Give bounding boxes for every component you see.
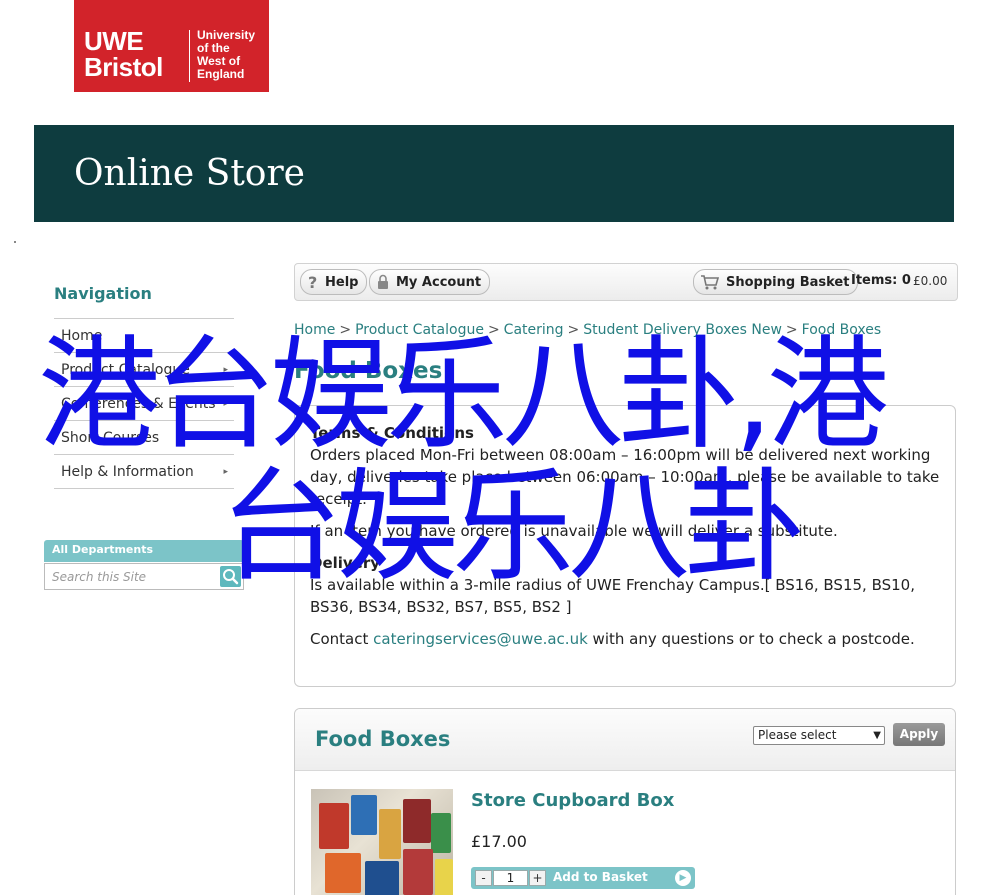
- departments-dropdown[interactable]: All Departments: [44, 540, 244, 562]
- nav-item-help-information[interactable]: Help & Information ▸: [54, 455, 234, 489]
- banner-title: Online Store: [74, 153, 305, 194]
- breadcrumb: Home > Product Catalogue > Catering > Student …: [294, 322, 881, 338]
- product-image-item: [319, 803, 349, 849]
- chevron-right-icon: ▸: [223, 398, 228, 409]
- nav-item-product-catalogue[interactable]: Product Catalogue ▸: [54, 353, 234, 387]
- product-image-item: [365, 861, 399, 895]
- product-image-item: [431, 813, 451, 853]
- shopping-cart-icon: [701, 275, 720, 290]
- product-image-item: [325, 853, 361, 893]
- decorative-dot: [14, 241, 16, 243]
- breadcrumb-separator: >: [487, 322, 500, 338]
- items-label: Items:: [851, 273, 898, 288]
- logo-divider: [189, 30, 190, 82]
- chevron-right-icon: ▸: [223, 432, 228, 443]
- items-count: 0: [901, 273, 911, 288]
- basket-total: £0.00: [913, 274, 948, 288]
- product-image-item: [379, 809, 401, 859]
- contact-suffix: with any questions or to check a postcod…: [587, 630, 915, 648]
- search-button[interactable]: [220, 566, 241, 587]
- nav-item-label: Conferences & Events: [61, 395, 216, 412]
- shopping-basket-button[interactable]: Shopping Basket: [693, 269, 859, 295]
- logo-line4: England: [197, 67, 245, 81]
- logo-university-text: University of the West of England: [197, 29, 255, 81]
- breadcrumb-separator: >: [339, 322, 352, 338]
- product-image-item: [351, 795, 377, 835]
- nav-item-label: Home: [61, 327, 103, 344]
- product-price: £17.00: [471, 832, 527, 851]
- sort-select-value: Please select: [758, 728, 837, 742]
- uwe-bristol-logo[interactable]: UWE Bristol University of the West of En…: [74, 0, 269, 92]
- products-panel-title: Food Boxes: [315, 727, 451, 751]
- breadcrumb-separator: >: [785, 322, 798, 338]
- breadcrumb-catering[interactable]: Catering: [504, 322, 564, 338]
- delivery-text: Is available within a 3-mile radius of U…: [310, 576, 915, 616]
- product-image-item: [403, 849, 433, 895]
- arrow-right-icon[interactable]: ▶: [675, 870, 691, 886]
- nav-item-label: Short Courses: [61, 429, 160, 446]
- question-mark-icon: ?: [308, 274, 317, 290]
- quantity-input[interactable]: 1: [493, 870, 528, 886]
- my-account-label: My Account: [396, 274, 482, 290]
- chevron-right-icon: ▸: [223, 466, 228, 477]
- nav-item-home[interactable]: Home: [54, 319, 234, 353]
- logo-short-line2: Bristol: [84, 52, 163, 82]
- terms-text: Orders placed Mon-Fri between 08:00am – …: [310, 446, 940, 508]
- breadcrumb-separator: >: [567, 322, 580, 338]
- svg-text:?: ?: [308, 274, 317, 290]
- logo-short-line1: UWE: [84, 26, 144, 56]
- page-title: Food Boxes: [294, 358, 443, 384]
- contact-email-link[interactable]: cateringservices@uwe.ac.uk: [373, 630, 588, 648]
- my-account-button[interactable]: My Account: [369, 269, 491, 295]
- navigation-title: Navigation: [54, 284, 152, 303]
- help-label: Help: [325, 274, 359, 290]
- terms-heading: Terms & Conditions: [310, 424, 474, 442]
- product-image-item: [403, 799, 431, 843]
- sort-select[interactable]: Please select ▼: [753, 726, 885, 745]
- products-panel: Food Boxes Please select ▼ Apply Store C…: [294, 708, 956, 895]
- top-toolbar: ? Help My Account Shopping Basket Items:…: [294, 263, 958, 301]
- contact-prefix: Contact: [310, 630, 374, 648]
- chevron-right-icon: ▸: [223, 364, 228, 375]
- lock-icon: [378, 274, 388, 289]
- nav-item-label: Help & Information: [61, 463, 194, 480]
- search-icon: [223, 569, 239, 585]
- nav-item-short-courses[interactable]: Short Courses ▸: [54, 421, 234, 455]
- store-banner: Online Store: [34, 125, 954, 222]
- search-box: [44, 563, 244, 590]
- breadcrumb-student-delivery-boxes[interactable]: Student Delivery Boxes New: [583, 322, 782, 338]
- logo-wordmark: UWE Bristol: [84, 28, 163, 80]
- chevron-down-icon: ▼: [873, 730, 881, 741]
- shopping-basket-label: Shopping Basket: [726, 274, 850, 290]
- breadcrumb-food-boxes[interactable]: Food Boxes: [802, 322, 882, 338]
- breadcrumb-home[interactable]: Home: [294, 322, 335, 338]
- contact-text: Contact cateringservices@uwe.ac.uk with …: [310, 628, 940, 650]
- help-button[interactable]: ? Help: [300, 269, 368, 295]
- products-panel-header: Food Boxes Please select ▼ Apply: [295, 709, 955, 771]
- delivery-heading: Delivery: [310, 554, 381, 572]
- add-to-basket-bar: - 1 + Add to Basket ▶: [471, 867, 695, 889]
- substitute-text: If an item you have ordered is unavailab…: [310, 522, 838, 540]
- basket-items-summary: Items: 0: [851, 273, 911, 288]
- terms-info-panel: Terms & Conditions Orders placed Mon-Fri…: [294, 405, 956, 687]
- apply-button[interactable]: Apply: [893, 723, 945, 746]
- quantity-increase-button[interactable]: +: [529, 870, 546, 886]
- search-input[interactable]: [46, 565, 220, 588]
- quantity-decrease-button[interactable]: -: [475, 870, 492, 886]
- product-name-link[interactable]: Store Cupboard Box: [471, 790, 674, 811]
- add-to-basket-button[interactable]: Add to Basket: [553, 870, 648, 884]
- product-image[interactable]: [311, 789, 453, 895]
- nav-item-conferences-events[interactable]: Conferences & Events ▸: [54, 387, 234, 421]
- nav-item-label: Product Catalogue: [61, 361, 190, 378]
- breadcrumb-product-catalogue[interactable]: Product Catalogue: [355, 322, 484, 338]
- departments-label: All Departments: [52, 543, 154, 556]
- product-image-item: [435, 859, 453, 895]
- terms-info-content: Terms & Conditions Orders placed Mon-Fri…: [310, 422, 940, 660]
- navigation-list: Home Product Catalogue ▸ Conferences & E…: [54, 318, 234, 489]
